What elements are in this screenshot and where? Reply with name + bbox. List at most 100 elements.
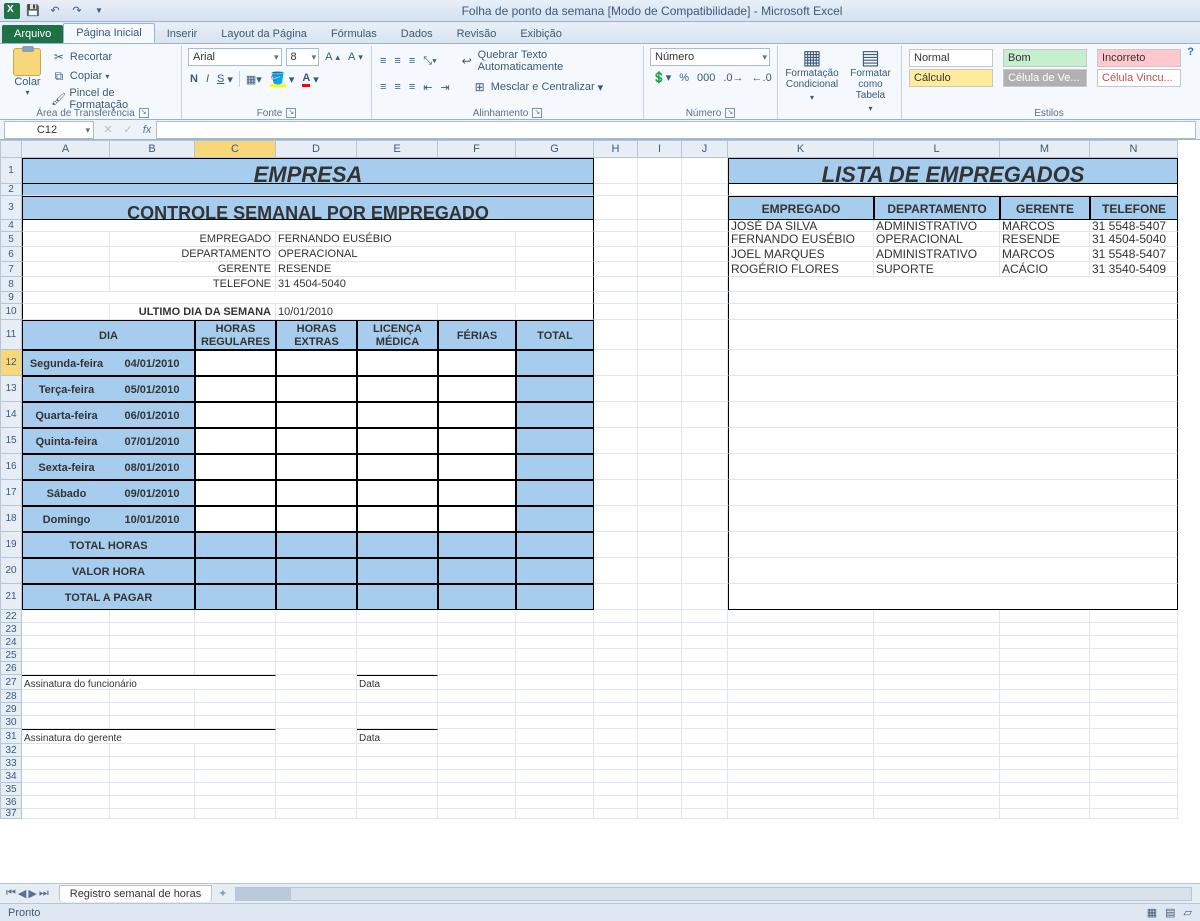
column-header-A[interactable]: A [22,140,110,158]
row-header-22[interactable]: 22 [0,610,22,623]
name-box[interactable]: C12 [4,121,94,139]
sheet-nav-first-icon[interactable]: ⏮ [6,887,16,900]
column-header-F[interactable]: F [438,140,516,158]
row-header-34[interactable]: 34 [0,770,22,783]
align-left-button[interactable]: ≡ [378,80,388,94]
tab-review[interactable]: Revisão [445,25,509,43]
dialog-launcher-icon[interactable]: ↘ [532,108,542,118]
controle-title[interactable]: CONTROLE SEMANAL POR EMPREGADO [22,196,594,220]
row-header-35[interactable]: 35 [0,783,22,796]
style-celula-ve[interactable]: Célula de Ve... [1003,69,1087,87]
column-header-J[interactable]: J [682,140,728,158]
increase-decimal-button[interactable]: .0→ [721,71,745,85]
row-header-20[interactable]: 20 [0,558,22,584]
row-header-15[interactable]: 15 [0,428,22,454]
comma-format-button[interactable]: 000 [695,71,717,85]
row-header-29[interactable]: 29 [0,703,22,716]
copy-button[interactable]: ⧉Copiar▾ [49,67,175,85]
row-header-8[interactable]: 8 [0,277,22,292]
row-header-33[interactable]: 33 [0,757,22,770]
column-header-I[interactable]: I [638,140,682,158]
row-header-32[interactable]: 32 [0,744,22,757]
row-header-5[interactable]: 5 [0,232,22,247]
row-header-14[interactable]: 14 [0,402,22,428]
sheet-nav-next-icon[interactable]: ▶ [28,887,36,900]
number-format-select[interactable]: Número [650,48,770,66]
bold-button[interactable]: N [188,72,200,86]
accounting-format-button[interactable]: 💲▾ [650,70,673,85]
paste-button[interactable]: Colar ▾ [10,48,45,112]
row-header-26[interactable]: 26 [0,662,22,675]
style-bom[interactable]: Bom [1003,49,1087,67]
qat-dropdown-icon[interactable]: ▼ [90,2,108,20]
row-header-13[interactable]: 13 [0,376,22,402]
merge-center-button[interactable]: ⊞Mesclar e Centralizar▾ [470,78,605,96]
redo-icon[interactable]: ↷ [68,2,86,20]
sheet-tab-active[interactable]: Registro semanal de horas [59,885,212,902]
column-header-K[interactable]: K [728,140,874,158]
column-header-N[interactable]: N [1090,140,1178,158]
font-color-button[interactable]: A▾ [300,71,320,88]
align-bottom-button[interactable]: ≡ [407,54,417,68]
row-header-11[interactable]: 11 [0,320,22,350]
column-header-C[interactable]: C [195,140,276,158]
row-header-19[interactable]: 19 [0,532,22,558]
wrap-text-button[interactable]: ↩Quebrar Texto Automaticamente [457,48,637,74]
decrease-indent-button[interactable]: ⇤ [421,80,434,95]
spreadsheet-grid[interactable]: ABCDEFGHIJKLMN 1EMPRESALISTA DE EMPREGAD… [0,140,1200,880]
dialog-launcher-icon[interactable]: ↘ [139,108,149,118]
style-normal[interactable]: Normal [909,49,993,67]
horizontal-scrollbar[interactable] [235,887,1192,901]
fx-icon[interactable]: fx [138,124,156,136]
row-header-30[interactable]: 30 [0,716,22,729]
selected-cell[interactable] [195,350,276,376]
column-header-B[interactable]: B [110,140,195,158]
fill-color-button[interactable]: 🪣▾ [268,70,297,88]
sheet-nav-prev-icon[interactable]: ◀ [18,887,26,900]
row-header-31[interactable]: 31 [0,729,22,744]
empresa-title[interactable]: EMPRESA [22,158,594,184]
new-sheet-icon[interactable]: ✦ [218,887,227,900]
percent-format-button[interactable]: % [677,71,691,85]
grow-font-button[interactable]: A▴ [323,50,342,64]
font-size-select[interactable]: 8 [286,48,320,66]
row-header-25[interactable]: 25 [0,649,22,662]
italic-button[interactable]: I [204,72,211,86]
column-header-G[interactable]: G [516,140,594,158]
sheet-nav-last-icon[interactable]: ⏭ [39,887,49,900]
increase-indent-button[interactable]: ⇥ [438,80,451,95]
dialog-launcher-icon[interactable]: ↘ [286,108,296,118]
decrease-decimal-button[interactable]: ←.0 [750,71,774,85]
row-header-23[interactable]: 23 [0,623,22,636]
column-header-L[interactable]: L [874,140,1000,158]
formula-input[interactable] [156,121,1196,139]
row-header-9[interactable]: 9 [0,292,22,304]
tab-data[interactable]: Dados [389,25,445,43]
row-header-18[interactable]: 18 [0,506,22,532]
row-header-12[interactable]: 12 [0,350,22,376]
undo-icon[interactable]: ↶ [46,2,64,20]
view-normal-icon[interactable]: ▦ [1147,906,1157,919]
select-all-corner[interactable] [0,140,22,158]
row-header-4[interactable]: 4 [0,220,22,232]
style-incorreto[interactable]: Incorreto [1097,49,1181,67]
column-header-H[interactable]: H [594,140,638,158]
view-pagebreak-icon[interactable]: ▱ [1184,906,1192,919]
shrink-font-button[interactable]: A▾ [346,50,365,64]
format-as-table-button[interactable]: ▤ Formatar como Tabela▾ [846,48,895,114]
column-header-D[interactable]: D [276,140,357,158]
row-header-1[interactable]: 1 [0,158,22,184]
tab-view[interactable]: Exibição [508,25,574,43]
tab-formulas[interactable]: Fórmulas [319,25,389,43]
dialog-launcher-icon[interactable]: ↘ [725,108,735,118]
tab-home[interactable]: Página Inicial [63,23,154,43]
row-header-37[interactable]: 37 [0,809,22,819]
view-layout-icon[interactable]: ▤ [1165,906,1175,919]
align-top-button[interactable]: ≡ [378,54,388,68]
tab-layout[interactable]: Layout da Página [209,25,319,43]
tab-file[interactable]: Arquivo [2,25,63,43]
style-vinculada[interactable]: Célula Vincu... [1097,69,1181,87]
style-calculo[interactable]: Cálculo [909,69,993,87]
save-icon[interactable]: 💾 [24,2,42,20]
row-header-2[interactable]: 2 [0,184,22,196]
